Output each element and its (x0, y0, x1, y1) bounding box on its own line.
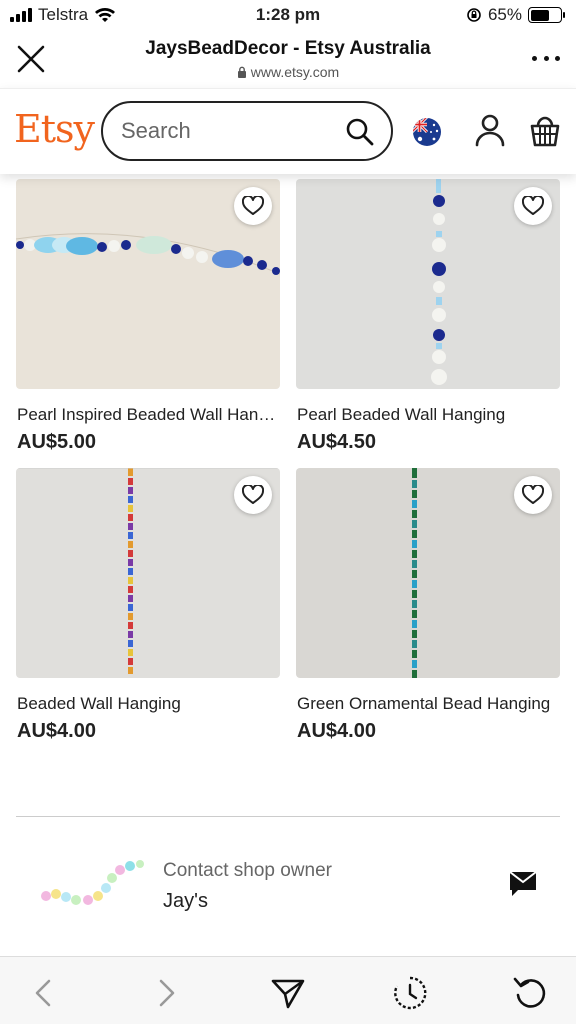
heart-icon (242, 196, 264, 215)
history-icon (394, 976, 427, 1010)
url-line: www.etsy.com (80, 64, 496, 80)
search-input[interactable] (121, 117, 331, 145)
browser-toolbar (0, 956, 576, 1024)
favorite-button[interactable] (514, 476, 552, 514)
search-icon[interactable] (345, 117, 375, 147)
favorite-button[interactable] (514, 187, 552, 225)
url-text: www.etsy.com (250, 64, 340, 80)
etsy-header: Etsy (0, 88, 576, 174)
listing-price: AU$4.50 (297, 431, 376, 453)
reload-button[interactable] (512, 975, 548, 1011)
status-right: 65% (466, 5, 565, 25)
status-bar: Telstra 1:28 pm 65% (0, 0, 576, 30)
more-button[interactable] (532, 46, 560, 70)
cart-button[interactable] (530, 113, 560, 147)
heart-icon (522, 485, 544, 504)
heart-icon (522, 196, 544, 215)
user-icon (475, 114, 505, 147)
listing-price: AU$5.00 (17, 431, 96, 453)
listing-card[interactable]: Pearl Inspired Beaded Wall Hanging AU$5.… (16, 179, 281, 459)
battery-icon (528, 7, 565, 23)
more-icon-dot (532, 55, 537, 61)
listing-title[interactable]: Green Ornamental Bead Hanging (297, 694, 561, 714)
shop-avatar[interactable] (38, 852, 146, 922)
account-button[interactable] (474, 113, 506, 147)
battery-percent: 65% (487, 5, 522, 24)
history-button[interactable] (392, 975, 428, 1011)
listing-price: AU$4.00 (297, 720, 376, 742)
listing-title[interactable]: Pearl Beaded Wall Hanging (297, 405, 561, 425)
basket-icon (530, 116, 560, 147)
listing-price: AU$4.00 (17, 720, 96, 742)
reload-icon (513, 977, 546, 1008)
listing-card[interactable]: Beaded Wall Hanging AU$4.00 (16, 468, 280, 748)
back-button[interactable] (26, 975, 62, 1011)
divider (16, 816, 560, 817)
page-title-block: JaysBeadDecor - Etsy Australia www.etsy.… (80, 38, 496, 80)
lock-icon (237, 66, 246, 78)
message-icon[interactable] (508, 870, 538, 898)
australia-flag-icon (413, 118, 441, 146)
send-icon (271, 979, 305, 1009)
share-button[interactable] (270, 975, 306, 1011)
shop-name[interactable]: Jay's (163, 890, 208, 913)
favorite-button[interactable] (234, 476, 272, 514)
listing-card[interactable]: Green Ornamental Bead Hanging AU$4.00 (296, 468, 560, 748)
listing-card[interactable]: Pearl Beaded Wall Hanging AU$4.50 (296, 179, 560, 459)
heart-icon (242, 485, 264, 504)
chevron-right-icon (159, 979, 175, 1007)
chevron-left-icon (35, 979, 51, 1007)
close-icon (17, 45, 45, 73)
browser-header: JaysBeadDecor - Etsy Australia www.etsy.… (0, 30, 576, 88)
contact-label[interactable]: Contact shop owner (163, 860, 332, 882)
page-title: JaysBeadDecor - Etsy Australia (145, 38, 431, 59)
more-icon-dot (543, 55, 549, 61)
forward-button[interactable] (148, 975, 184, 1011)
rotation-lock-icon (467, 8, 481, 22)
close-button[interactable] (12, 40, 50, 78)
etsy-logo[interactable]: Etsy (14, 107, 95, 151)
search-box[interactable] (101, 101, 393, 161)
more-icon-dot (555, 55, 560, 61)
region-button[interactable] (412, 117, 442, 147)
listing-title[interactable]: Pearl Inspired Beaded Wall Hanging (17, 405, 281, 425)
listing-title[interactable]: Beaded Wall Hanging (17, 694, 281, 714)
favorite-button[interactable] (234, 187, 272, 225)
contact-shop-section[interactable]: Contact shop owner Jay's (0, 818, 576, 954)
